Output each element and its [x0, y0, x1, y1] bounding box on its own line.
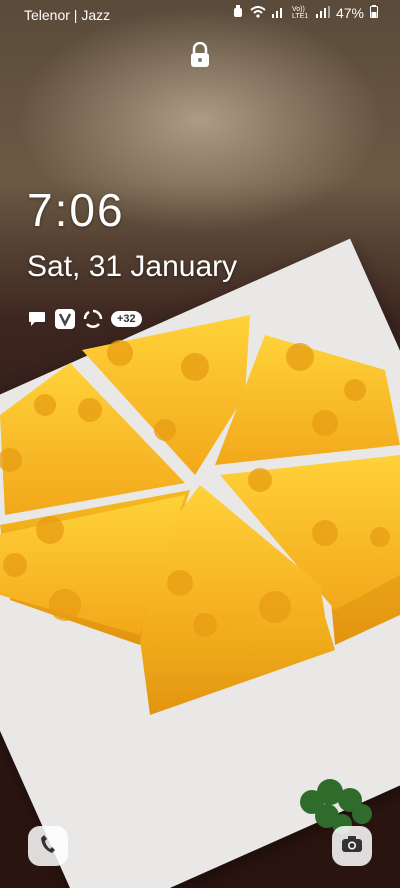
notification-count-badge: +32	[111, 311, 142, 327]
phone-icon	[40, 834, 56, 859]
alarm-icon	[232, 5, 244, 21]
battery-percent: 47%	[335, 5, 364, 21]
v-app-icon	[55, 309, 75, 329]
camera-icon	[341, 835, 363, 858]
wifi-icon	[250, 5, 266, 21]
phone-shortcut-button[interactable]	[28, 826, 68, 866]
carrier-name: Telenor | Jazz	[24, 7, 111, 23]
message-icon	[27, 309, 47, 329]
clock-date: Sat, 31 January	[27, 250, 238, 283]
wallpaper-cheese	[0, 315, 400, 715]
status-bar: Telenor | Jazz Vo)) LTE1 47%	[0, 0, 400, 30]
status-icons: Vo)) LTE1 47%	[232, 5, 378, 21]
volte-label: Vo)) LTE1	[291, 6, 309, 20]
notification-icons[interactable]: +32	[27, 309, 142, 329]
signal-icon-2	[315, 5, 330, 21]
lock-screen: Telenor | Jazz Vo)) LTE1 47% 7:06 Sat, 3…	[0, 0, 400, 888]
lock-icon[interactable]	[189, 41, 211, 68]
signal-icon	[271, 6, 286, 21]
clock-time: 7:06	[27, 184, 125, 236]
camera-shortcut-button[interactable]	[332, 826, 372, 866]
sync-icon	[83, 309, 103, 329]
battery-icon	[370, 5, 378, 21]
